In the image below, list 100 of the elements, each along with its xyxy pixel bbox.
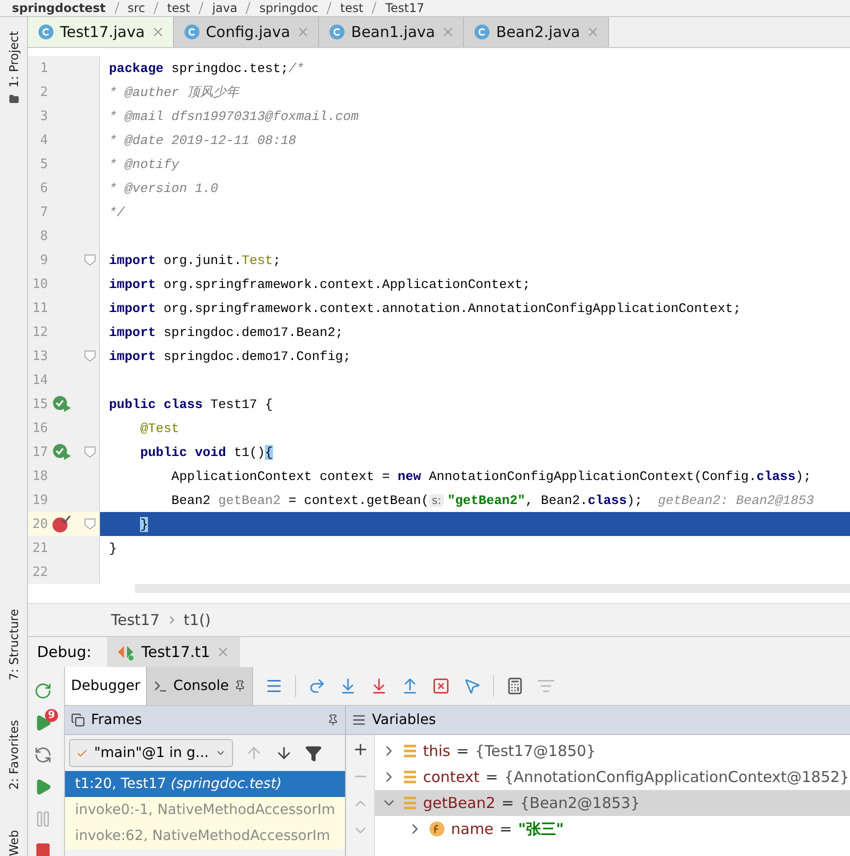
line-number: 16 bbox=[31, 420, 48, 436]
variable-icon bbox=[403, 796, 417, 810]
breadcrumb-item[interactable]: test bbox=[167, 1, 190, 15]
refresh-icon[interactable] bbox=[34, 746, 52, 764]
rerun-icon[interactable] bbox=[34, 682, 52, 700]
breadcrumb-item[interactable]: springdoc bbox=[259, 1, 318, 15]
breakpoint-icon[interactable] bbox=[52, 515, 72, 533]
editor-tab[interactable]: Test17.java bbox=[28, 17, 174, 47]
resume-icon[interactable] bbox=[34, 778, 52, 796]
tool-window-tab[interactable]: Web bbox=[6, 830, 20, 856]
trace-icon[interactable] bbox=[536, 677, 555, 695]
breadcrumb-item[interactable]: src bbox=[128, 1, 146, 15]
variable-row[interactable]: getBean2 = {Bean2@1853} bbox=[375, 790, 850, 816]
variable-value: {Bean2@1853} bbox=[520, 794, 640, 812]
variable-row[interactable]: context = {AnnotationConfigApplicationContext@1852} bbox=[375, 764, 850, 790]
stop-icon[interactable] bbox=[35, 842, 51, 856]
class-icon bbox=[38, 24, 54, 40]
path-separator-icon bbox=[245, 2, 252, 14]
tab-label: Config.java bbox=[206, 23, 290, 41]
filter-icon[interactable] bbox=[305, 744, 322, 762]
debug-title: Debug: bbox=[37, 643, 92, 661]
path-separator-icon bbox=[371, 2, 378, 14]
equals-sign: = bbox=[486, 768, 498, 786]
equals-sign: = bbox=[456, 742, 469, 760]
menu-icon[interactable] bbox=[264, 677, 283, 695]
breadcrumb-item[interactable]: Test17 bbox=[385, 1, 424, 15]
panel-title: Variables bbox=[372, 712, 437, 728]
code-line: ApplicationContext context = new AnnotationConfigApplicationContext(Config.class); bbox=[170, 468, 812, 486]
code-line: import springdoc.demo17.Bean2; bbox=[108, 324, 344, 342]
fold-marker-icon[interactable] bbox=[84, 350, 96, 362]
code-line: import org.springframework.context.annotation.AnnotationConfigApplicationContext; bbox=[108, 300, 742, 318]
debug-tab[interactable]: Debugger bbox=[65, 667, 148, 705]
down-arrow-icon[interactable] bbox=[275, 744, 293, 762]
code-line: * @date 2019-12-11 08:18 bbox=[108, 132, 298, 150]
variable-icon bbox=[403, 744, 417, 758]
variable-name: getBean2 bbox=[423, 794, 496, 812]
thread-dropdown[interactable]: "main"@1 in g... bbox=[69, 739, 233, 767]
variable-row[interactable]: name = "张三" bbox=[375, 816, 850, 842]
code-line: package springdoc.test;/* bbox=[108, 60, 306, 78]
tool-window-tab[interactable]: 2: Favorites bbox=[6, 720, 20, 790]
breadcrumb-item[interactable]: springdoctest bbox=[12, 1, 106, 15]
debug-tab[interactable]: Console bbox=[147, 667, 253, 705]
variable-row[interactable]: this = {Test17@1850} bbox=[375, 738, 850, 764]
line-number: 22 bbox=[31, 564, 48, 580]
variable-value: {AnnotationConfigApplicationContext@1852} bbox=[504, 768, 850, 786]
run-test-icon[interactable] bbox=[52, 443, 72, 461]
fold-marker-icon[interactable] bbox=[84, 518, 96, 530]
line-number: 9 bbox=[39, 252, 48, 268]
class-icon bbox=[184, 24, 200, 40]
tool-window-tab[interactable]: 7: Structure bbox=[6, 608, 20, 680]
variable-value: {Test17@1850} bbox=[474, 742, 596, 760]
line-number: 2 bbox=[39, 84, 48, 100]
nav-item[interactable]: Test17 bbox=[111, 611, 160, 629]
run-test-icon[interactable] bbox=[52, 395, 72, 413]
debug-session-icon bbox=[117, 643, 136, 661]
variable-value: "张三" bbox=[518, 820, 564, 838]
nav-item[interactable]: t1() bbox=[184, 611, 211, 629]
debug-session-tab[interactable]: Test17.t1 bbox=[107, 637, 240, 667]
drop-frame-icon[interactable] bbox=[432, 677, 450, 695]
line-number: 14 bbox=[31, 372, 48, 388]
pause-icon[interactable] bbox=[34, 810, 52, 828]
editor-tab[interactable]: Bean1.java bbox=[319, 17, 464, 47]
path-separator-icon bbox=[326, 2, 332, 14]
run-to-cursor-icon[interactable] bbox=[462, 677, 481, 695]
step-over-icon[interactable] bbox=[308, 677, 326, 695]
equals-sign: = bbox=[501, 794, 514, 812]
variable-name: context bbox=[423, 768, 480, 786]
code-line: import springdoc.demo17.Config; bbox=[108, 348, 352, 366]
pin-icon[interactable] bbox=[234, 680, 246, 692]
fold-marker-icon[interactable] bbox=[84, 446, 96, 458]
calculator-icon[interactable] bbox=[506, 677, 524, 695]
editor-tab[interactable]: Config.java bbox=[174, 17, 320, 47]
line-number: 18 bbox=[31, 468, 48, 484]
code-line: } bbox=[108, 540, 118, 558]
line-number: 7 bbox=[39, 204, 48, 220]
line-number: 1 bbox=[39, 60, 48, 76]
line-number: 5 bbox=[39, 156, 48, 172]
path-separator-icon bbox=[198, 2, 204, 14]
panel-title: Frames bbox=[91, 712, 143, 728]
frames-icon bbox=[71, 713, 85, 727]
line-number: 13 bbox=[31, 348, 48, 364]
line-number: 20 bbox=[31, 516, 48, 532]
line-number: 6 bbox=[39, 180, 48, 196]
editor-tab[interactable]: Bean2.java bbox=[464, 17, 610, 47]
stack-frame[interactable]: t1:20, Test17 (springdoc.test) bbox=[65, 771, 345, 797]
pin-icon[interactable] bbox=[327, 714, 339, 726]
breadcrumb-item[interactable]: java bbox=[212, 1, 238, 15]
line-number: 4 bbox=[39, 132, 48, 148]
tool-window-tab[interactable]: 1: Project bbox=[6, 31, 20, 88]
line-number: 10 bbox=[31, 276, 48, 292]
code-line: import org.springframework.context.ApplicationContext; bbox=[108, 276, 532, 294]
code-line: import org.junit.Test; bbox=[108, 252, 282, 270]
field-icon bbox=[429, 821, 445, 837]
path-separator-icon bbox=[153, 2, 160, 14]
breadcrumb-item[interactable]: test bbox=[340, 1, 364, 15]
fold-marker-icon[interactable] bbox=[84, 254, 96, 266]
class-icon bbox=[474, 24, 490, 40]
code-line: public class Test17 { bbox=[108, 396, 274, 414]
line-number: 17 bbox=[31, 444, 48, 460]
variable-name: name bbox=[451, 820, 494, 838]
